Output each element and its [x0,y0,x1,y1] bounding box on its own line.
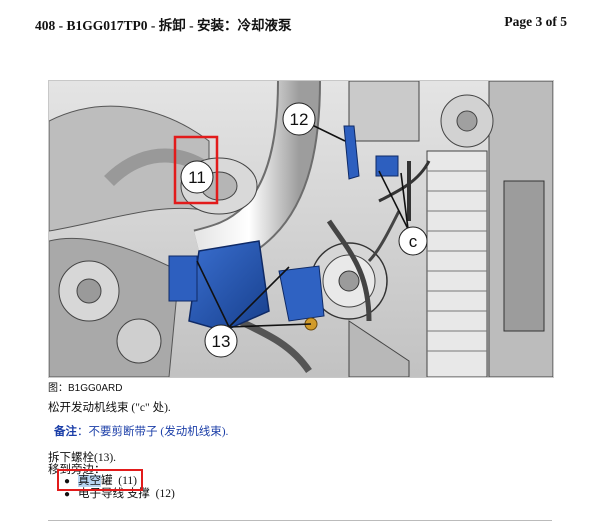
page-number: Page 3 of 5 [504,14,567,29]
callout-12: 12 [290,110,309,129]
engine-drawing: 12 11 c 13 [49,81,553,377]
callout-13: 13 [212,332,231,351]
figure-caption: 图：B1GG0ARD [48,383,123,394]
engine-illustration: 12 11 c 13 [48,80,554,378]
vacuum-tank-highlight-box [57,469,143,491]
callout-11: 11 [188,168,206,187]
document-title: 408 - B1GG017TP0 - 拆卸 - 安装：冷却液泵 [35,18,292,33]
page-divider [48,520,552,521]
page-header: 408 - B1GG017TP0 - 拆卸 - 安装：冷却液泵 Page 3 o… [35,14,567,36]
note-text: ：不要剪断带子 (发动机线束). [77,426,229,438]
callout-c: c [409,232,418,251]
note-label: 备注 [54,426,77,438]
note: 备注：不要剪断带子 (发动机线束). [54,423,228,439]
instruction-step-1: 松开发动机线束 ("c" 处). [48,402,171,414]
item-ref: (12) [155,488,175,500]
